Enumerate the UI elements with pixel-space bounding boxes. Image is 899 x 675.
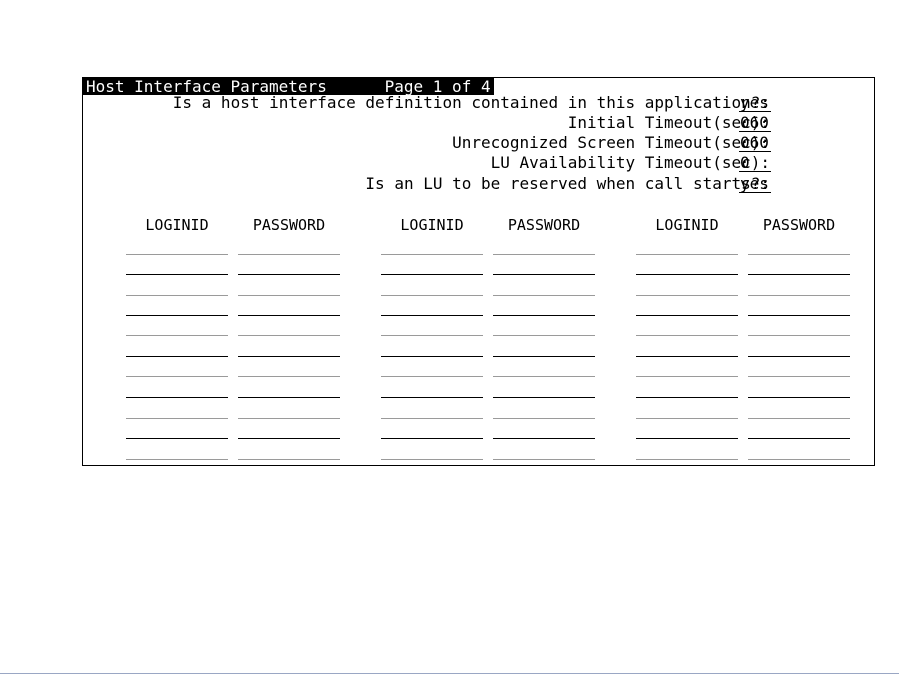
password-header-1: PASSWORD bbox=[252, 216, 326, 234]
password-field-3[interactable] bbox=[748, 295, 850, 296]
loginid-field-2[interactable] bbox=[381, 274, 483, 275]
loginid-field-1[interactable] bbox=[126, 397, 228, 398]
password-field-3[interactable] bbox=[748, 418, 850, 419]
password-field-3[interactable] bbox=[748, 254, 850, 255]
unrecognized-screen-timeout-field[interactable]: 060 bbox=[739, 133, 771, 152]
footer-rule bbox=[0, 673, 899, 674]
password-field-3[interactable] bbox=[748, 315, 850, 316]
password-field-1[interactable] bbox=[238, 397, 340, 398]
loginid-field-1[interactable] bbox=[126, 376, 228, 377]
password-header-3: PASSWORD bbox=[762, 216, 836, 234]
lu-availability-timeout-field[interactable]: 0 bbox=[739, 153, 771, 172]
unrecognized-screen-timeout-label: Unrecognized Screen Timeout(sec): bbox=[452, 133, 770, 152]
loginid-field-1[interactable] bbox=[126, 438, 228, 439]
password-field-3[interactable] bbox=[748, 376, 850, 377]
loginid-field-1[interactable] bbox=[126, 356, 228, 357]
host-interface-definition-field[interactable]: yes bbox=[739, 93, 771, 112]
host-interface-definition-row: Is a host interface definition contained… bbox=[83, 93, 876, 113]
password-field-2[interactable] bbox=[493, 295, 595, 296]
loginid-header-1: LOGINID bbox=[145, 216, 209, 234]
loginid-field-1[interactable] bbox=[126, 274, 228, 275]
loginid-field-3[interactable] bbox=[636, 274, 738, 275]
loginid-field-2[interactable] bbox=[381, 356, 483, 357]
loginid-field-2[interactable] bbox=[381, 459, 483, 460]
loginid-field-2[interactable] bbox=[381, 295, 483, 296]
password-field-1[interactable] bbox=[238, 438, 340, 439]
password-field-2[interactable] bbox=[493, 438, 595, 439]
password-field-2[interactable] bbox=[493, 418, 595, 419]
password-field-2[interactable] bbox=[493, 459, 595, 460]
loginid-field-3[interactable] bbox=[636, 376, 738, 377]
loginid-field-3[interactable] bbox=[636, 315, 738, 316]
password-field-1[interactable] bbox=[238, 254, 340, 255]
password-field-1[interactable] bbox=[238, 315, 340, 316]
password-field-3[interactable] bbox=[748, 356, 850, 357]
password-field-1[interactable] bbox=[238, 376, 340, 377]
password-field-2[interactable] bbox=[493, 274, 595, 275]
password-field-1[interactable] bbox=[238, 418, 340, 419]
decorative-banner bbox=[0, 0, 899, 16]
loginid-header-3: LOGINID bbox=[655, 216, 719, 234]
loginid-field-2[interactable] bbox=[381, 438, 483, 439]
loginid-field-1[interactable] bbox=[126, 254, 228, 255]
loginid-field-1[interactable] bbox=[126, 315, 228, 316]
password-field-3[interactable] bbox=[748, 459, 850, 460]
password-field-2[interactable] bbox=[493, 356, 595, 357]
loginid-field-3[interactable] bbox=[636, 418, 738, 419]
host-interface-form: Host Interface Parameters Page 1 of 4 Is… bbox=[82, 77, 875, 466]
initial-timeout-row: Initial Timeout(sec): 060 bbox=[83, 113, 876, 133]
password-field-1[interactable] bbox=[238, 295, 340, 296]
loginid-field-1[interactable] bbox=[126, 295, 228, 296]
password-header-2: PASSWORD bbox=[507, 216, 581, 234]
loginid-field-2[interactable] bbox=[381, 397, 483, 398]
loginid-field-3[interactable] bbox=[636, 335, 738, 336]
password-field-1[interactable] bbox=[238, 459, 340, 460]
password-field-3[interactable] bbox=[748, 274, 850, 275]
password-field-1[interactable] bbox=[238, 274, 340, 275]
lu-reserved-row: Is an LU to be reserved when call starts… bbox=[83, 174, 876, 194]
loginid-field-1[interactable] bbox=[126, 335, 228, 336]
loginid-field-2[interactable] bbox=[381, 254, 483, 255]
initial-timeout-field[interactable]: 060 bbox=[739, 113, 771, 132]
password-field-2[interactable] bbox=[493, 315, 595, 316]
lu-availability-timeout-row: LU Availability Timeout(sec): 0 bbox=[83, 153, 876, 173]
password-field-3[interactable] bbox=[748, 335, 850, 336]
loginid-field-2[interactable] bbox=[381, 335, 483, 336]
password-field-3[interactable] bbox=[748, 397, 850, 398]
loginid-field-2[interactable] bbox=[381, 418, 483, 419]
lu-availability-timeout-label: LU Availability Timeout(sec): bbox=[490, 153, 770, 172]
host-interface-definition-label: Is a host interface definition contained… bbox=[172, 93, 770, 112]
password-field-2[interactable] bbox=[493, 335, 595, 336]
loginid-field-3[interactable] bbox=[636, 438, 738, 439]
loginid-field-2[interactable] bbox=[381, 315, 483, 316]
loginid-field-1[interactable] bbox=[126, 459, 228, 460]
lu-reserved-field[interactable]: yes bbox=[739, 174, 771, 193]
password-field-2[interactable] bbox=[493, 397, 595, 398]
loginid-field-3[interactable] bbox=[636, 397, 738, 398]
unrecognized-screen-timeout-row: Unrecognized Screen Timeout(sec): 060 bbox=[83, 133, 876, 153]
loginid-field-3[interactable] bbox=[636, 254, 738, 255]
loginid-field-3[interactable] bbox=[636, 459, 738, 460]
loginid-field-1[interactable] bbox=[126, 418, 228, 419]
loginid-field-3[interactable] bbox=[636, 295, 738, 296]
lu-reserved-label: Is an LU to be reserved when call starts… bbox=[365, 174, 770, 193]
password-field-2[interactable] bbox=[493, 254, 595, 255]
password-field-1[interactable] bbox=[238, 335, 340, 336]
password-field-1[interactable] bbox=[238, 356, 340, 357]
loginid-field-3[interactable] bbox=[636, 356, 738, 357]
loginid-header-2: LOGINID bbox=[400, 216, 464, 234]
password-field-3[interactable] bbox=[748, 438, 850, 439]
password-field-2[interactable] bbox=[493, 376, 595, 377]
loginid-field-2[interactable] bbox=[381, 376, 483, 377]
